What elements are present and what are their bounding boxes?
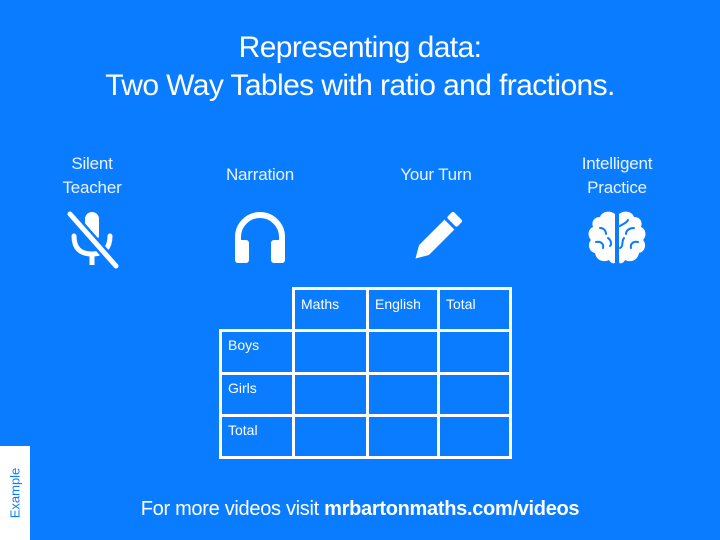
brain-icon [584, 208, 650, 273]
feature-label: Your Turn [366, 163, 506, 187]
table-cell[interactable] [437, 329, 512, 375]
slide-title: Representing data: Two Way Tables with r… [0, 29, 720, 105]
table-cell[interactable] [292, 329, 369, 375]
two-way-table: Maths English Total Boys Girls Total [219, 287, 512, 459]
row-header-total: Total [219, 414, 295, 459]
column-header-maths: Maths [292, 287, 369, 332]
pencil-icon [407, 209, 465, 272]
table-cell[interactable] [366, 414, 440, 459]
microphone-muted-icon [62, 208, 122, 275]
feature-label: Intelligent Practice [547, 152, 687, 200]
feature-label-line-1: Your Turn [400, 165, 472, 184]
table-cell[interactable] [292, 414, 369, 459]
example-tab: Example [0, 446, 30, 540]
row-header-girls: Girls [219, 372, 295, 417]
feature-label-line-2: Teacher [62, 178, 122, 197]
title-line-1: Representing data: [238, 31, 482, 64]
table-cell[interactable] [437, 372, 512, 417]
footer-text: For more videos visit [140, 498, 325, 520]
row-header-boys: Boys [219, 329, 295, 375]
footer: For more videos visit mrbartonmaths.com/… [0, 495, 720, 523]
footer-link[interactable]: mrbartonmaths.com/videos [324, 498, 579, 520]
table-cell[interactable] [366, 372, 440, 417]
table-cell[interactable] [366, 329, 440, 375]
feature-label-line-1: Silent [71, 154, 113, 173]
feature-label: Narration [190, 163, 330, 187]
feature-label: Silent Teacher [22, 152, 162, 200]
headphones-icon [232, 209, 288, 270]
feature-label-line-1: Intelligent [581, 154, 653, 173]
feature-narration[interactable]: Narration [190, 163, 330, 263]
column-header-total: Total [437, 287, 512, 332]
table-cell[interactable] [437, 414, 512, 459]
feature-silent-teacher[interactable]: Silent Teacher [22, 152, 162, 270]
table-corner [219, 287, 295, 332]
column-header-english: English [366, 287, 440, 332]
title-line-2: Two Way Tables with ratio and fractions. [105, 69, 615, 102]
table-cell[interactable] [292, 372, 369, 417]
feature-your-turn[interactable]: Your Turn [366, 163, 506, 259]
feature-label-line-1: Narration [225, 165, 295, 184]
feature-label-line-2: Practice [587, 178, 647, 197]
feature-intelligent-practice[interactable]: Intelligent Practice [547, 152, 687, 264]
